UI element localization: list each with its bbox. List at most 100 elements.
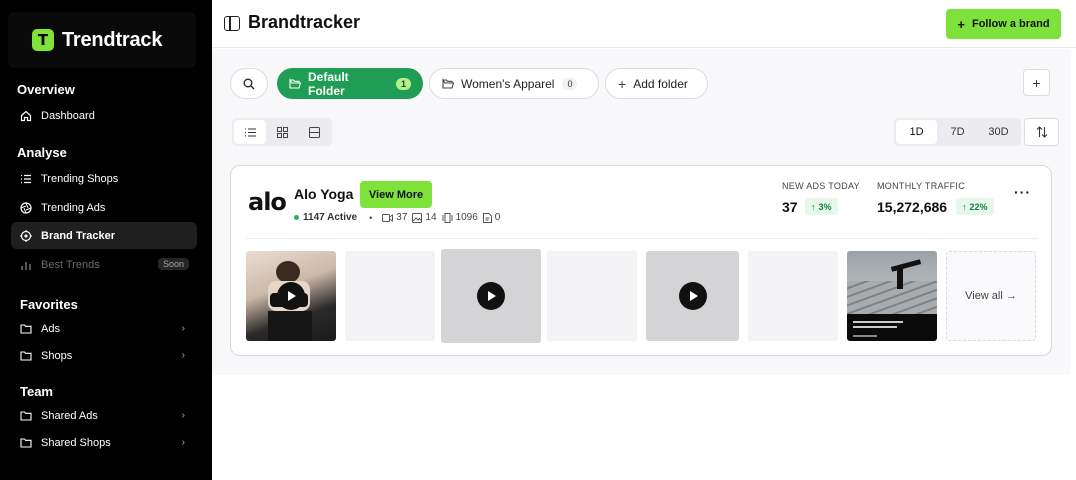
new-ads-change-value: 3% bbox=[818, 201, 832, 212]
brand-card: alo Alo Yoga View More 1147 Active • 37 … bbox=[230, 165, 1052, 356]
ad-thumbnail[interactable] bbox=[441, 249, 541, 343]
add-folder-label: Add folder bbox=[633, 76, 688, 91]
video-count-value: 37 bbox=[396, 212, 408, 223]
sidebar-item-dashboard[interactable]: Dashboard bbox=[11, 102, 197, 129]
rows-icon bbox=[308, 126, 320, 138]
arrow-up-icon: ↑ bbox=[962, 201, 967, 212]
sidebar-item-label: Ads bbox=[41, 322, 60, 335]
folder-open-icon bbox=[289, 78, 301, 89]
sort-button[interactable] bbox=[1024, 118, 1059, 146]
view-all-button[interactable]: View all → bbox=[946, 251, 1036, 341]
divider bbox=[246, 238, 1038, 239]
sidebar-item-label: Trending Shops bbox=[41, 172, 119, 185]
sidebar-item-shared-shops[interactable]: Shared Shops › bbox=[11, 429, 197, 456]
video-icon bbox=[382, 213, 394, 222]
follow-brand-label: Follow a brand bbox=[971, 18, 1050, 30]
section-analyse: Analyse bbox=[17, 145, 67, 160]
sidebar-item-label: Shared Ads bbox=[41, 409, 98, 422]
arrow-up-icon: ↑ bbox=[811, 201, 816, 212]
carousel-count-value: 1096 bbox=[455, 212, 478, 223]
soon-badge: Soon bbox=[157, 258, 189, 270]
sidebar-item-brand-tracker[interactable]: Brand Tracker bbox=[11, 222, 197, 249]
sort-arrows-icon bbox=[1036, 126, 1047, 138]
folder-label: Default Folder bbox=[308, 69, 349, 98]
target-icon bbox=[20, 229, 32, 242]
section-favorites: Favorites bbox=[20, 297, 78, 312]
list-ordered-icon bbox=[20, 173, 32, 185]
ad-thumbnail[interactable] bbox=[646, 251, 739, 341]
active-dot-icon bbox=[294, 215, 299, 220]
ad-thumbnail[interactable] bbox=[547, 251, 637, 341]
traffic-value: 15,272,686 bbox=[877, 199, 948, 215]
folder-icon bbox=[20, 437, 32, 449]
play-icon bbox=[678, 282, 707, 310]
logo-mark-icon: T bbox=[32, 29, 54, 51]
carousel-icon bbox=[442, 212, 453, 223]
aperture-icon bbox=[20, 201, 32, 214]
sidebar-item-ads[interactable]: Ads › bbox=[11, 315, 197, 342]
folder-count: 0 bbox=[562, 77, 578, 90]
range-1d-button[interactable]: 1D bbox=[896, 120, 937, 144]
folder-icon bbox=[20, 323, 32, 335]
active-count: 1147 Active bbox=[303, 212, 358, 223]
play-icon bbox=[477, 282, 505, 310]
document-icon bbox=[482, 212, 492, 223]
logo[interactable]: T Trendtrack bbox=[8, 12, 196, 68]
folder-icon bbox=[20, 410, 32, 422]
main-area: Brandtracker + Follow a brand Default Fo… bbox=[212, 0, 1076, 480]
view-mode-toggle bbox=[232, 118, 332, 146]
sidebar-item-label: Shared Shops bbox=[41, 436, 111, 449]
range-30d-button[interactable]: 30D bbox=[978, 120, 1019, 144]
sidebar-item-best-trends: Best Trends Soon bbox=[11, 251, 197, 278]
range-7d-button[interactable]: 7D bbox=[937, 120, 978, 144]
compact-view-button[interactable] bbox=[298, 120, 330, 144]
more-options-icon[interactable]: ··· bbox=[1014, 184, 1031, 200]
home-icon bbox=[20, 110, 32, 122]
traffic-label: MONTHLY TRAFFIC bbox=[877, 181, 966, 191]
grid-view-button[interactable] bbox=[266, 120, 298, 144]
brand-name[interactable]: Alo Yoga bbox=[294, 186, 353, 202]
sidebar-item-trending-ads[interactable]: Trending Ads bbox=[11, 194, 197, 221]
plus-icon: + bbox=[957, 16, 965, 32]
content-area: Default Folder 1 Women's Apparel 0 + Add… bbox=[212, 49, 1070, 375]
plus-icon: + bbox=[1032, 74, 1041, 91]
play-icon bbox=[277, 282, 305, 310]
sidebar-toggle-icon[interactable] bbox=[224, 16, 240, 31]
grid-icon bbox=[276, 126, 288, 138]
carousel-count: 1096 bbox=[442, 212, 478, 223]
traffic-change-value: 22% bbox=[969, 201, 988, 212]
folder-open-icon bbox=[442, 78, 454, 89]
list-icon bbox=[244, 127, 256, 137]
add-brand-button[interactable]: + bbox=[1023, 69, 1050, 96]
folder-label: Women's Apparel bbox=[461, 76, 555, 91]
new-ads-value: 37 bbox=[782, 199, 798, 215]
doc-count-value: 0 bbox=[494, 212, 501, 223]
topbar: Brandtracker + Follow a brand bbox=[212, 0, 1076, 48]
sidebar-item-shared-ads[interactable]: Shared Ads › bbox=[11, 402, 197, 429]
separator-dot: • bbox=[369, 212, 373, 223]
add-folder-button[interactable]: + Add folder bbox=[605, 68, 708, 99]
image-count-value: 14 bbox=[425, 212, 437, 223]
sidebar-item-label: Shops bbox=[41, 349, 73, 362]
chevron-right-icon: › bbox=[181, 350, 185, 361]
video-count: 37 bbox=[382, 212, 407, 223]
list-view-button[interactable] bbox=[234, 120, 266, 144]
new-ads-change-badge: ↑ 3% bbox=[805, 198, 838, 215]
image-icon bbox=[412, 212, 423, 223]
ad-thumbnail[interactable] bbox=[847, 251, 937, 341]
view-more-button[interactable]: View More bbox=[360, 181, 432, 208]
image-count: 14 bbox=[412, 212, 437, 223]
section-overview: Overview bbox=[17, 82, 75, 97]
ad-thumbnail[interactable] bbox=[748, 251, 838, 341]
traffic-change-badge: ↑ 22% bbox=[956, 198, 994, 215]
follow-brand-button[interactable]: + Follow a brand bbox=[946, 9, 1061, 39]
plus-icon: + bbox=[618, 75, 627, 92]
ad-thumbnail[interactable] bbox=[246, 251, 336, 341]
sidebar-item-trending-shops[interactable]: Trending Shops bbox=[11, 165, 197, 192]
folder-womens-apparel[interactable]: Women's Apparel 0 bbox=[429, 68, 599, 99]
sidebar-item-shops[interactable]: Shops › bbox=[11, 342, 197, 369]
ad-thumbnail[interactable] bbox=[345, 251, 435, 341]
search-button[interactable] bbox=[230, 68, 268, 99]
chevron-right-icon: › bbox=[181, 437, 185, 448]
folder-default[interactable]: Default Folder 1 bbox=[277, 68, 423, 99]
